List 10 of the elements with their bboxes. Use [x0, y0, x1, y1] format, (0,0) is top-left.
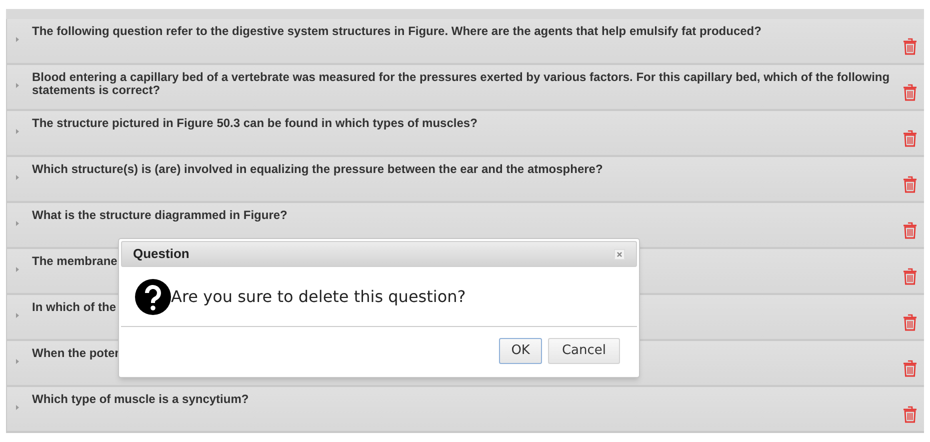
question-text: The structure pictured in Figure 50.3 can be found in which types of muscles? [32, 117, 478, 130]
question-text: Which structure(s) is (are) involved in equalizing the pressure between the ear and the atmosphere? [32, 163, 603, 176]
question-text: The membrane [32, 255, 118, 268]
question-text: When the poter [32, 347, 120, 360]
question-text: Which type of muscle is a syncytium? [32, 393, 249, 406]
question-text: In which of the [32, 301, 116, 314]
question-text: What is the structure diagrammed in Figure? [32, 209, 288, 222]
dialog-message: Are you sure to delete this question? [171, 286, 466, 308]
question-text: Blood entering a capillary bed of a vertebrate was measured for the pressures exerted by various factors. For this capillary bed, which of the following statements is correct? [32, 71, 891, 97]
question-text: The following question refer to the digestive system structures in Figure. Where are the agents that help emulsify fat produced? [32, 25, 762, 38]
